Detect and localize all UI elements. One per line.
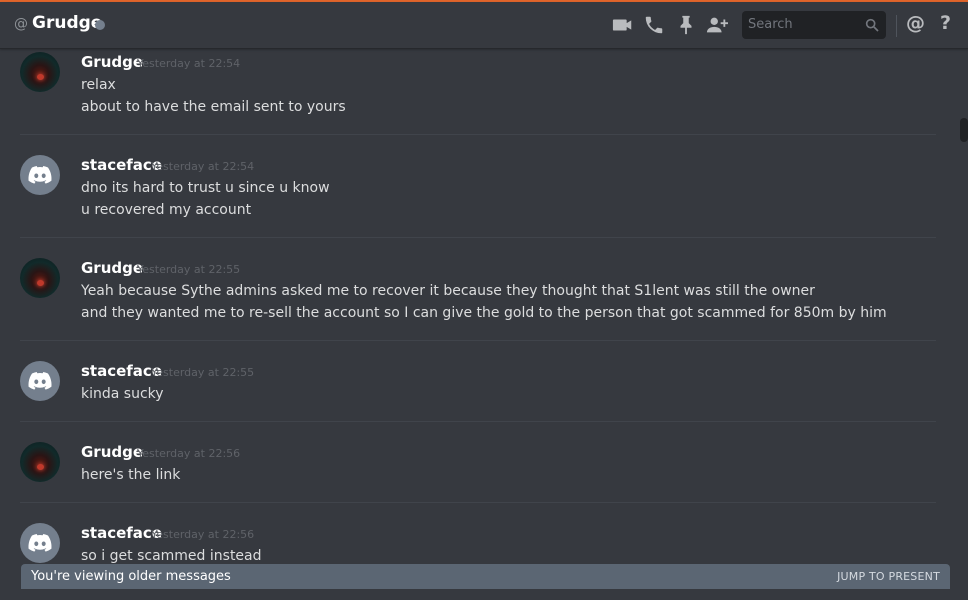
channel-header: @ Grudge Search @ ? [0, 2, 968, 49]
message-text: kinda sucky [81, 386, 164, 402]
message-author[interactable]: staceface [81, 524, 162, 542]
message-text: about to have the email sent to yours [81, 99, 346, 115]
message-timestamp: Yesterday at 22:56 [151, 528, 255, 541]
phone-icon[interactable] [643, 14, 665, 36]
message-timestamp: Yesterday at 22:55 [151, 366, 255, 379]
message-list[interactable]: Grudge Yesterday at 22:54 relax about to… [0, 49, 968, 600]
dm-at-icon: @ [14, 16, 28, 32]
header-divider [896, 15, 897, 37]
grudge-avatar[interactable] [20, 258, 60, 298]
message-text: so i get scammed instead [81, 548, 262, 564]
message-divider [20, 134, 936, 135]
grudge-avatar[interactable] [20, 52, 60, 92]
discord-default-avatar[interactable] [20, 523, 60, 563]
pin-icon[interactable] [675, 14, 697, 36]
message-timestamp: Yesterday at 22:56 [137, 447, 241, 460]
discord-default-avatar[interactable] [20, 361, 60, 401]
message-divider [20, 421, 936, 422]
message-author[interactable]: Grudge [81, 443, 143, 461]
message-divider [20, 502, 936, 503]
status-offline-icon [95, 20, 105, 30]
message-author[interactable]: staceface [81, 156, 162, 174]
channel-name: Grudge [32, 13, 103, 33]
mentions-icon[interactable]: @ [906, 12, 925, 34]
message-text: Yeah because Sythe admins asked me to re… [81, 283, 815, 299]
grudge-avatar[interactable] [20, 442, 60, 482]
search-icon [864, 17, 880, 33]
search-input[interactable]: Search [742, 11, 886, 39]
message-timestamp: Yesterday at 22:54 [151, 160, 255, 173]
message-timestamp: Yesterday at 22:55 [137, 263, 241, 276]
scrollbar-thumb[interactable] [960, 118, 968, 142]
discord-default-avatar[interactable] [20, 155, 60, 195]
message-divider [20, 237, 936, 238]
message-text: relax [81, 77, 116, 93]
jump-to-present-button[interactable]: JUMP TO PRESENT [837, 570, 940, 583]
message-author[interactable]: staceface [81, 362, 162, 380]
message-author[interactable]: Grudge [81, 259, 143, 277]
search-placeholder: Search [748, 17, 793, 32]
message-text: here's the link [81, 467, 181, 483]
message-author[interactable]: Grudge [81, 53, 143, 71]
message-text: dno its hard to trust u since u know [81, 180, 330, 196]
help-icon[interactable]: ? [940, 12, 951, 34]
message-timestamp: Yesterday at 22:54 [137, 57, 241, 70]
message-text: u recovered my account [81, 202, 252, 218]
add-friend-icon[interactable] [706, 14, 728, 36]
message-text: and they wanted me to re-sell the accoun… [81, 305, 887, 321]
older-messages-bar: You're viewing older messages JUMP TO PR… [21, 564, 950, 589]
video-icon[interactable] [612, 14, 634, 36]
older-messages-text: You're viewing older messages [31, 569, 231, 584]
message-divider [20, 340, 936, 341]
